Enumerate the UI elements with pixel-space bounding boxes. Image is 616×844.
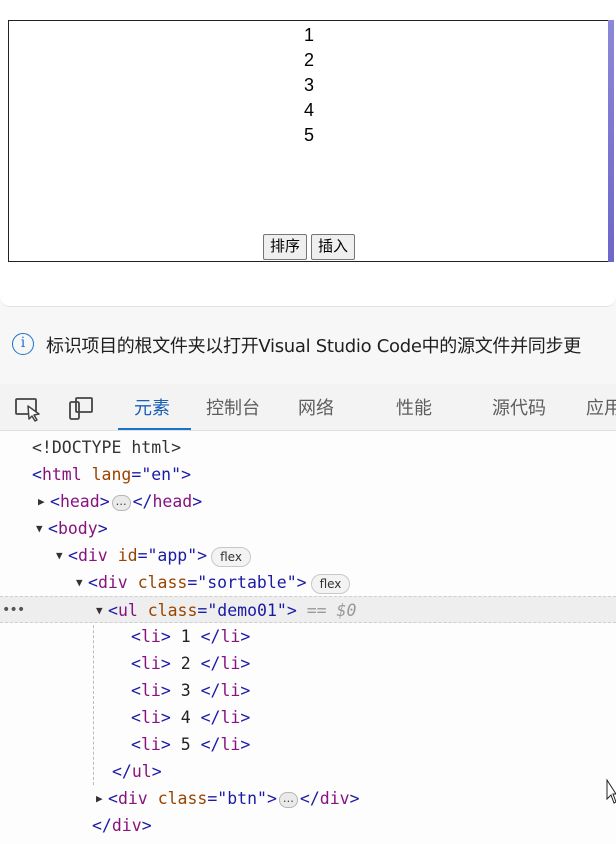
tag-name: div [77, 546, 108, 565]
info-bar: i 标识项目的根文件夹以打开Visual Studio Code中的源文件并同步… [0, 318, 616, 370]
device-emulation-icon[interactable] [66, 394, 94, 422]
tag-name: li [140, 654, 161, 673]
attr-name: class [137, 573, 188, 592]
info-message[interactable]: 标识项目的根文件夹以打开Visual Studio Code中的源文件并同步更 [46, 332, 581, 358]
tab-application[interactable]: 应用 [586, 394, 616, 420]
tab-sources[interactable]: 源代码 [492, 394, 546, 420]
dom-node-div-close[interactable]: </div> [0, 812, 616, 839]
text-node: 3 [180, 681, 191, 700]
attr-name: class [147, 601, 198, 620]
button-row: 排序 插入 [9, 234, 609, 260]
dom-node-head[interactable]: ▶ <head>… </head> [0, 488, 616, 515]
dom-node-btn-div[interactable]: ▶ <div class="btn">… </div> [0, 785, 616, 812]
dom-node-li[interactable]: <li> 3 </li> [0, 677, 616, 704]
attr-value: "demo01" [207, 601, 287, 620]
text-node: 5 [180, 735, 191, 754]
dom-node-li[interactable]: <li> 4 </li> [0, 704, 616, 731]
dom-node-ul-close[interactable]: </ul> [0, 758, 616, 785]
attr-name: class [157, 789, 208, 808]
dom-tree: <!DOCTYPE html> <html lang="en"> ▶ <head>… [0, 431, 616, 844]
tag-name: ul [131, 762, 152, 781]
tag-name: div [319, 789, 350, 808]
text-node: 2 [180, 654, 191, 673]
attr-name: id [117, 546, 138, 565]
insert-button[interactable]: 插入 [311, 234, 356, 260]
active-tab-indicator [118, 428, 191, 430]
tag-name: head [59, 492, 100, 511]
tag-name: li [140, 627, 161, 646]
tag-name: div [111, 816, 142, 835]
inspect-element-icon[interactable] [14, 394, 42, 422]
tag-name: div [97, 573, 128, 592]
list-item[interactable]: 2 [9, 48, 609, 73]
info-icon: i [12, 333, 34, 355]
expand-arrow-icon[interactable]: ▶ [38, 488, 50, 515]
selected-node-ref: == $0 [306, 601, 357, 620]
collapsed-content-badge[interactable]: … [111, 494, 131, 511]
tag-name: li [220, 681, 241, 700]
tag-name: li [140, 735, 161, 754]
tag-name: li [140, 708, 161, 727]
expand-arrow-icon[interactable]: ▶ [96, 785, 108, 812]
dom-node-html[interactable]: <html lang="en"> [0, 461, 616, 488]
list-item[interactable]: 4 [9, 98, 609, 123]
collapse-arrow-icon[interactable]: ▼ [76, 569, 88, 596]
text-node: 4 [180, 708, 191, 727]
tag-name: html [41, 465, 82, 484]
dom-node-body[interactable]: ▼ <body> [0, 515, 616, 542]
tab-elements[interactable]: 元素 [134, 394, 170, 420]
tag-name: body [57, 519, 98, 538]
row-menu-icon[interactable]: ••• [2, 597, 25, 624]
collapsed-content-badge[interactable]: … [278, 791, 298, 808]
attr-value: "btn" [217, 789, 267, 808]
dom-node-li[interactable]: <li> 1 </li> [0, 623, 616, 650]
sort-button[interactable]: 排序 [262, 234, 307, 260]
attr-value: "sortable" [197, 573, 297, 592]
collapse-arrow-icon[interactable]: ▼ [96, 597, 108, 624]
dom-node-app-div[interactable]: ▼ <div id="app"> flex [0, 542, 616, 569]
tag-name: head [152, 492, 193, 511]
tag-name: li [220, 627, 241, 646]
tag-name: ul [117, 601, 138, 620]
dom-node-ul-selected[interactable]: ••• ▼ <ul class="demo01"> == $0 [0, 596, 616, 623]
tag-name: li [220, 735, 241, 754]
attr-name: lang [91, 465, 132, 484]
flex-badge[interactable]: flex [211, 546, 251, 567]
dom-node-li[interactable]: <li> 2 </li> [0, 650, 616, 677]
mouse-cursor-icon [606, 779, 616, 804]
list-item[interactable]: 5 [9, 123, 609, 148]
list-item[interactable]: 3 [9, 73, 609, 98]
flex-badge[interactable]: flex [310, 573, 351, 594]
tag-name: li [220, 708, 241, 727]
tag-name: li [220, 654, 241, 673]
tag-name: div [117, 789, 148, 808]
preview-scrollbar[interactable] [608, 20, 614, 262]
page-preview: 1 2 3 4 5 排序 插入 [0, 0, 616, 307]
attr-value: "en" [141, 465, 182, 484]
collapse-arrow-icon[interactable]: ▼ [56, 542, 68, 569]
dom-node-sortable-div[interactable]: ▼ <div class="sortable"> flex [0, 569, 616, 596]
collapse-arrow-icon[interactable]: ▼ [36, 515, 48, 542]
tag-name: li [140, 681, 161, 700]
sortable-container: 1 2 3 4 5 排序 插入 [8, 20, 610, 262]
dom-node-li[interactable]: <li> 5 </li> [0, 731, 616, 758]
tab-performance[interactable]: 性能 [396, 394, 432, 420]
tab-network[interactable]: 网络 [298, 394, 334, 420]
list-item[interactable]: 1 [9, 23, 609, 48]
devtools-toolbar: 元素 控制台 网络 性能 源代码 应用 [0, 384, 616, 431]
doctype-text: <!DOCTYPE html> [32, 438, 182, 457]
demo-list: 1 2 3 4 5 [9, 23, 609, 148]
text-node: 1 [180, 627, 191, 646]
dom-node-doctype[interactable]: <!DOCTYPE html> [0, 434, 616, 461]
tab-console[interactable]: 控制台 [206, 394, 260, 420]
attr-value: "app" [147, 546, 198, 565]
